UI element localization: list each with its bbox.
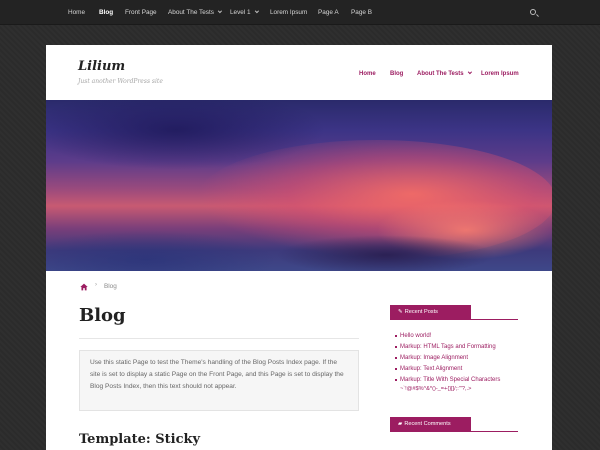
topnav-item-lorem-ipsum[interactable]: Lorem Ipsum <box>270 0 307 25</box>
recent-posts-widget-title: ✎ Recent Posts <box>390 305 471 320</box>
site-title[interactable]: Lilium <box>78 59 125 74</box>
page-title: Blog <box>79 305 126 326</box>
topnav-item-blog[interactable]: Blog <box>99 0 113 25</box>
widget-title-label: Recent Comments <box>404 421 451 427</box>
recent-comments-widget-title: ▰ Recent Comments <box>390 417 471 432</box>
topnav-item-home[interactable]: Home <box>68 0 85 25</box>
divider <box>471 319 518 320</box>
divider <box>471 431 518 432</box>
recent-post-link[interactable]: Hello world! <box>394 331 500 342</box>
mainnav-item-home[interactable]: Home <box>359 71 376 77</box>
topnav-item-front-page[interactable]: Front Page <box>125 0 157 25</box>
breadcrumb-current: Blog <box>104 283 117 290</box>
chevron-down-icon <box>217 8 222 14</box>
recent-post-link[interactable]: Markup: HTML Tags and Formatting <box>394 342 500 353</box>
topnav-item-page-a[interactable]: Page A <box>318 0 339 25</box>
recent-posts-list: Hello world! Markup: HTML Tags and Forma… <box>394 331 500 394</box>
search-icon[interactable] <box>530 9 536 15</box>
pencil-icon: ✎ <box>398 309 403 315</box>
mainnav-item-lorem-ipsum[interactable]: Lorem Ipsum <box>481 71 519 77</box>
widget-title-label: Recent Posts <box>404 309 438 315</box>
mainnav-item-about-the-tests[interactable]: About The Tests <box>417 69 472 77</box>
home-icon[interactable] <box>80 283 88 291</box>
topnav-item-label: About The Tests <box>168 9 214 16</box>
recent-post-link[interactable]: Markup: Text Alignment <box>394 364 500 375</box>
recent-post-link[interactable]: Markup: Image Alignment <box>394 353 500 364</box>
breadcrumb-separator: › <box>95 282 97 288</box>
page-card: Lilium Just another WordPress site Home … <box>46 45 552 450</box>
chevron-down-icon <box>254 8 259 14</box>
divider <box>79 338 359 339</box>
site-tagline: Just another WordPress site <box>78 78 163 85</box>
mainnav-item-label: About The Tests <box>417 71 464 77</box>
top-navigation-bar: Home Blog Front Page About The Tests Lev… <box>0 0 600 25</box>
topnav-item-label: Level 1 <box>230 9 251 16</box>
intro-text-box: Use this static Page to test the Theme's… <box>79 350 359 411</box>
mainnav-item-blog[interactable]: Blog <box>390 71 403 77</box>
topnav-item-about-the-tests[interactable]: About The Tests <box>168 0 222 25</box>
topnav-item-page-b[interactable]: Page B <box>351 0 372 25</box>
recent-post-link-continuation[interactable]: ~`!@#$%^&*()-_=+{}[]/;:'"?,.> <box>400 385 500 394</box>
topnav-item-level-1[interactable]: Level 1 <box>230 0 259 25</box>
post-title[interactable]: Template: Sticky <box>79 432 200 447</box>
chevron-down-icon <box>467 69 472 75</box>
comment-icon: ▰ <box>398 421 403 427</box>
header-image <box>46 100 552 271</box>
